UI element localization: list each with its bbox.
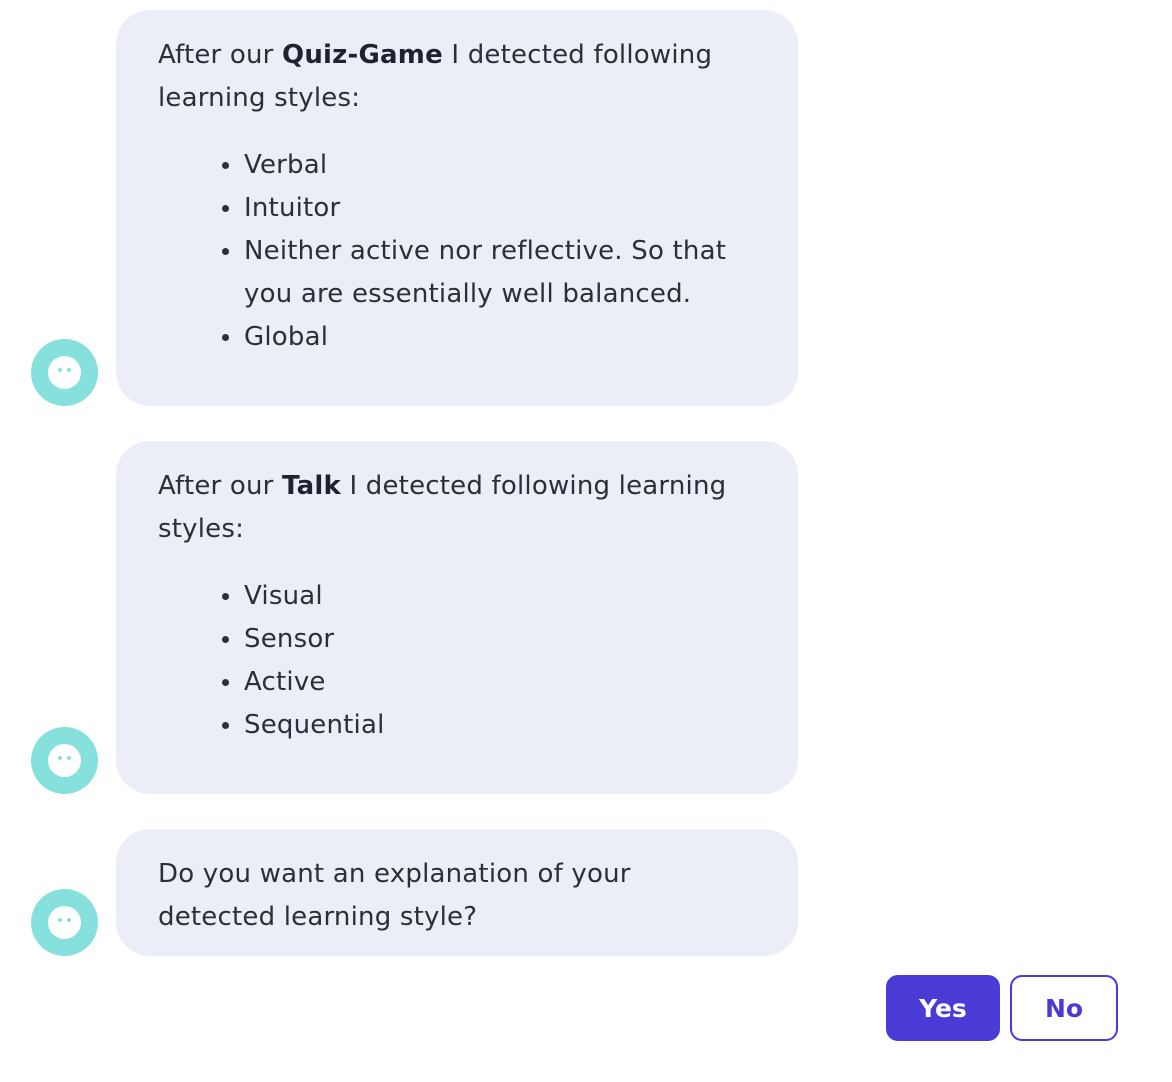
yes-button[interactable]: Yes bbox=[886, 975, 1000, 1041]
list-item: Intuitor bbox=[222, 187, 756, 230]
no-button[interactable]: No bbox=[1010, 975, 1118, 1041]
intro-bold-text: Quiz-Game bbox=[282, 40, 443, 70]
intro-bold-text: Talk bbox=[282, 471, 341, 501]
list-item: Neither active nor reflective. So that y… bbox=[222, 230, 756, 316]
message-text: Do you want an explanation of your detec… bbox=[158, 859, 631, 932]
bot-avatar-icon bbox=[31, 889, 98, 956]
learning-styles-list: Visual Sensor Active Sequential bbox=[158, 575, 756, 747]
intro-text: After our bbox=[158, 471, 283, 501]
bot-message-explanation-question: Do you want an explanation of your detec… bbox=[116, 829, 798, 956]
bot-message-quiz-results: After our Quiz-Game I detected following… bbox=[116, 10, 798, 406]
list-item: Verbal bbox=[222, 144, 756, 187]
list-item: Active bbox=[222, 661, 756, 704]
intro-text: After our bbox=[158, 40, 283, 70]
bot-avatar-icon bbox=[31, 727, 98, 794]
bot-avatar-icon bbox=[31, 339, 98, 406]
bot-message-talk-results: After our Talk I detected following lear… bbox=[116, 441, 798, 794]
list-item: Sensor bbox=[222, 618, 756, 661]
message-intro: After our Talk I detected following lear… bbox=[158, 465, 756, 551]
list-item: Global bbox=[222, 316, 756, 359]
list-item: Sequential bbox=[222, 704, 756, 747]
learning-styles-list: Verbal Intuitor Neither active nor refle… bbox=[158, 144, 756, 359]
list-item: Visual bbox=[222, 575, 756, 618]
message-intro: After our Quiz-Game I detected following… bbox=[158, 34, 756, 120]
